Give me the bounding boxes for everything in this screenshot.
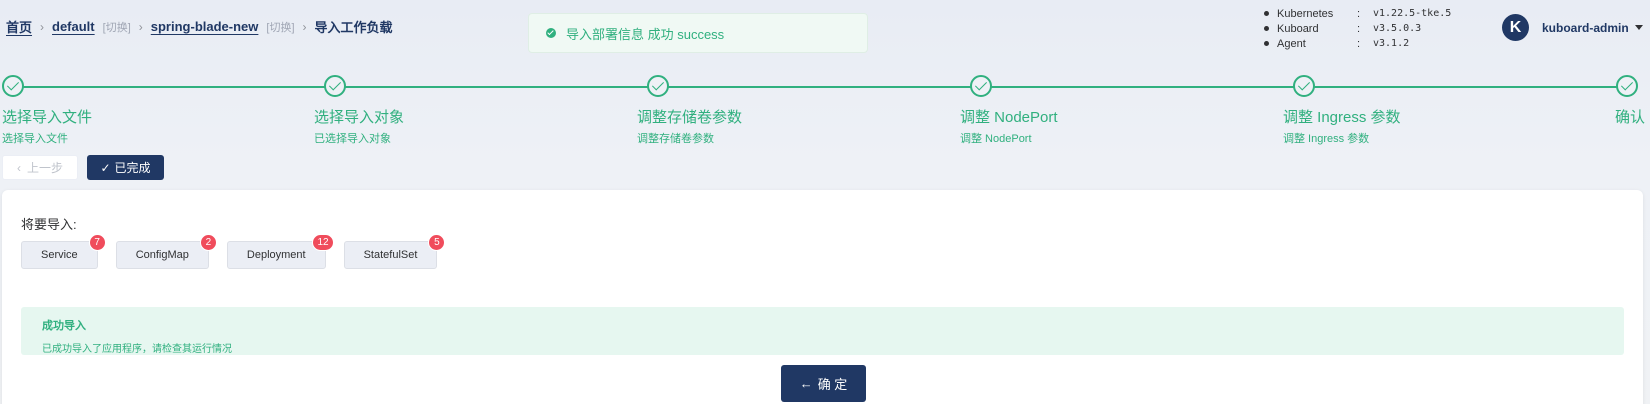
tag-label: StatefulSet (363, 249, 418, 261)
breadcrumb-home-link[interactable]: 首页 (6, 17, 32, 36)
success-toast: 导入部署信息 成功 success (528, 13, 868, 53)
step-5: 调整 Ingress 参数 调整 Ingress 参数 (1283, 75, 1401, 145)
count-badge: 7 (88, 234, 106, 251)
check-circle-icon (324, 75, 346, 97)
toast-message: 导入部署信息 成功 success (566, 26, 725, 42)
steps-progress-line (22, 86, 1618, 88)
step-description: 调整 Ingress 参数 (1283, 133, 1370, 145)
step-description: 已选择导入对象 (314, 133, 391, 145)
version-value: v3.5.0.3 (1373, 23, 1422, 34)
alert-description: 已成功导入了应用程序，请检查其运行情况 (42, 344, 232, 355)
done-label: 已完成 (114, 161, 151, 175)
import-label: 将要导入: (21, 217, 77, 232)
step-title: 调整 NodePort (960, 109, 1058, 126)
resource-tag-statefulset[interactable]: StatefulSet 5 (343, 234, 446, 269)
breadcrumb: 首页 › default [切换] › spring-blade-new [切换… (6, 17, 393, 36)
tag-label: Deployment (246, 249, 306, 261)
version-value: v1.22.5-tke.5 (1373, 8, 1452, 19)
breadcrumb-cluster-link[interactable]: spring-blade-new (151, 19, 259, 34)
step-6: 确认 (1615, 75, 1645, 126)
count-badge: 12 (312, 234, 334, 251)
version-name: Kuboard (1277, 22, 1319, 35)
bullet-icon (1264, 11, 1269, 16)
success-alert: 成功导入 已成功导入了应用程序，请检查其运行情况 (21, 307, 1624, 355)
step-title: 确认 (1615, 109, 1646, 126)
user-name: kuboard-admin (1542, 20, 1629, 35)
step-title: 选择导入对象 (314, 109, 405, 126)
prev-step-button[interactable]: ‹ 上一步 (2, 155, 78, 180)
chevron-right-icon: › (40, 19, 45, 34)
check-circle-icon (546, 28, 556, 38)
step-description: 调整存储卷参数 (637, 133, 714, 145)
chevron-left-icon: ‹ (16, 160, 21, 175)
resource-tag-service[interactable]: Service 7 (21, 234, 106, 269)
check-circle-icon (1293, 75, 1315, 97)
check-circle-icon (647, 75, 669, 97)
bullet-icon (1264, 26, 1269, 31)
version-value: v3.1.2 (1373, 38, 1410, 49)
breadcrumb-namespace-link[interactable]: default (52, 19, 95, 34)
step-description: 选择导入文件 (2, 133, 68, 145)
avatar: K (1502, 14, 1529, 41)
step-2: 选择导入对象 已选择导入对象 (314, 75, 404, 145)
breadcrumb-current: 导入工作负载 (314, 20, 393, 35)
version-row: Agent : v3.1.2 (1264, 36, 1451, 51)
cluster-switch-link[interactable]: [切换] (266, 19, 294, 35)
resource-tag-configmap[interactable]: ConfigMap 2 (115, 234, 217, 269)
step-1: 选择导入文件 选择导入文件 (2, 75, 92, 145)
chevron-right-icon: › (138, 19, 143, 34)
arrow-left-icon: ← (799, 376, 813, 391)
check-circle-icon (970, 75, 992, 97)
tag-label: Service (41, 249, 78, 261)
import-result-card: 将要导入: Service 7 ConfigMap 2 Deployment 1… (2, 190, 1643, 404)
check-circle-icon (2, 75, 24, 97)
caret-down-icon (1634, 25, 1643, 30)
count-badge: 5 (428, 234, 446, 251)
user-menu[interactable]: K kuboard-admin (1502, 14, 1643, 41)
version-colon: : (1357, 37, 1361, 50)
tag-label: ConfigMap (135, 249, 189, 261)
version-colon: : (1357, 22, 1361, 35)
resource-tags: Service 7 ConfigMap 2 Deployment 12 Stat… (21, 234, 455, 269)
chevron-right-icon: › (302, 19, 307, 34)
step-title: 调整 Ingress 参数 (1283, 109, 1401, 126)
step-description: 调整 NodePort (960, 133, 1032, 145)
step-title: 选择导入文件 (2, 109, 93, 126)
version-row: Kuboard : v3.5.0.3 (1264, 21, 1451, 36)
namespace-switch-link[interactable]: [切换] (103, 19, 131, 35)
prev-step-label: 上一步 (26, 161, 63, 175)
confirm-button[interactable]: ← 确 定 (781, 365, 866, 402)
done-button[interactable]: ✓ 已完成 (87, 155, 164, 180)
check-circle-icon (1616, 75, 1638, 97)
step-title: 调整存储卷参数 (637, 109, 743, 126)
confirm-label: 确 定 (817, 377, 848, 392)
count-badge: 2 (199, 234, 217, 251)
version-name: Kubernetes (1277, 7, 1334, 20)
resource-tag-deployment[interactable]: Deployment 12 (226, 234, 334, 269)
check-icon: ✓ (100, 160, 111, 175)
step-3: 调整存储卷参数 调整存储卷参数 (637, 75, 742, 145)
version-name: Agent (1277, 37, 1306, 50)
bullet-icon (1264, 41, 1269, 46)
version-info: Kubernetes : v1.22.5-tke.5 Kuboard : v3.… (1264, 6, 1451, 51)
version-row: Kubernetes : v1.22.5-tke.5 (1264, 6, 1451, 21)
step-4: 调整 NodePort 调整 NodePort (960, 75, 1058, 145)
version-colon: : (1357, 7, 1361, 20)
alert-title: 成功导入 (42, 320, 86, 332)
